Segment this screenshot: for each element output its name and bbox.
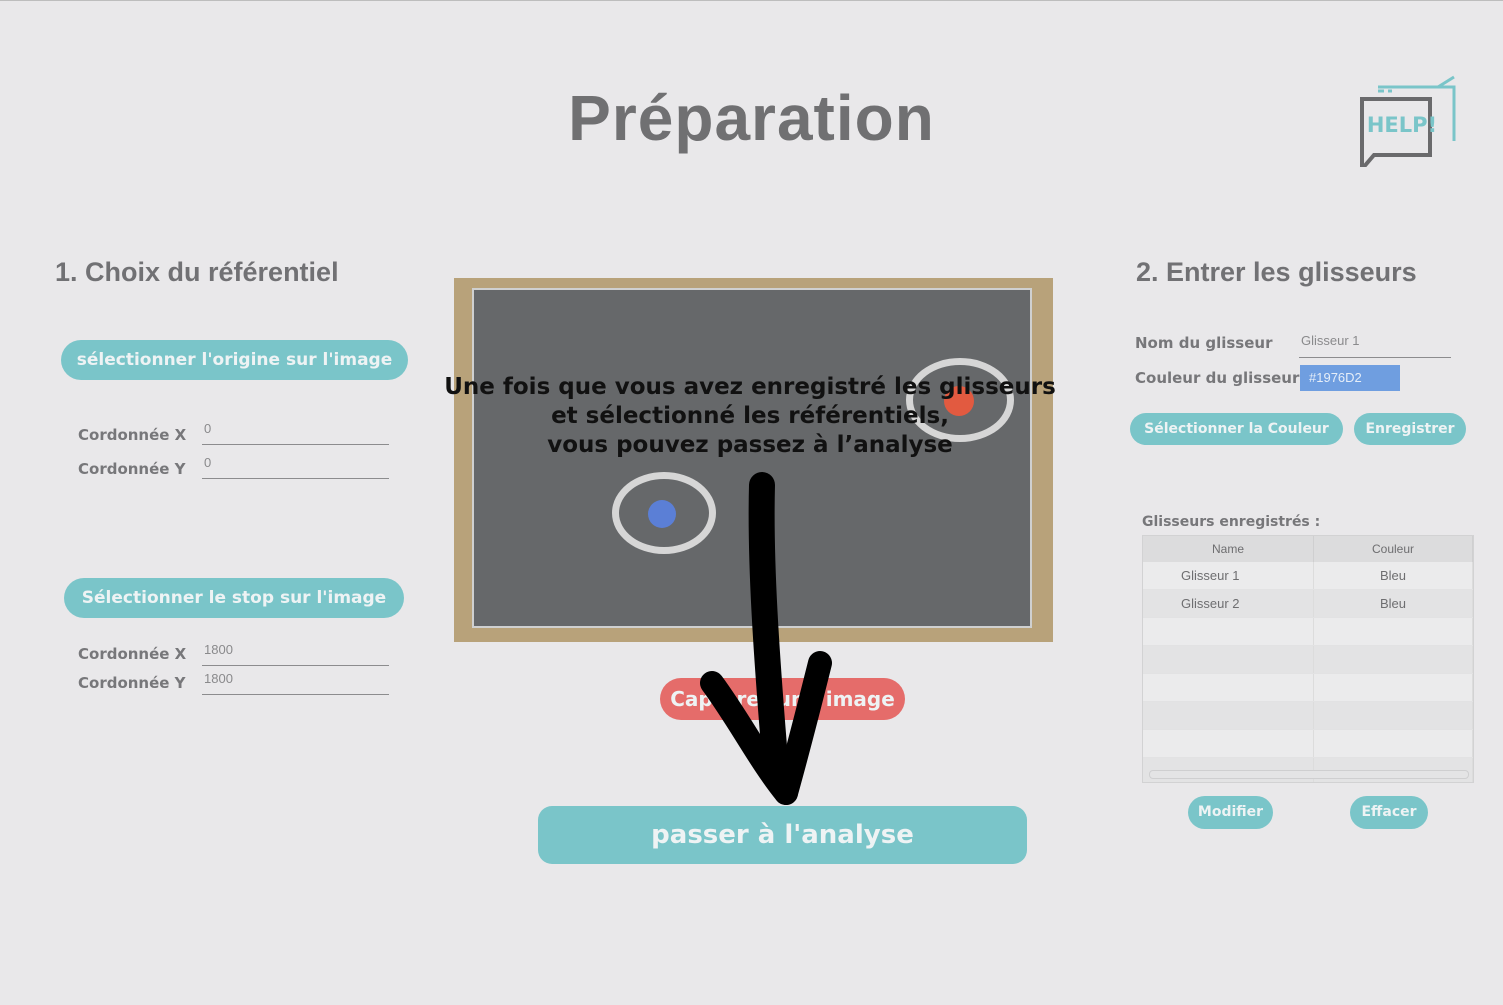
page-title: Préparation	[568, 82, 935, 154]
horizontal-scrollbar[interactable]	[1149, 770, 1469, 779]
table-row-empty	[1143, 701, 1473, 730]
table-row-empty	[1143, 673, 1473, 702]
select-color-button[interactable]: Sélectionner la Couleur	[1130, 413, 1343, 445]
column-header-name[interactable]: Name	[1143, 536, 1314, 562]
help-icon[interactable]: HELP!	[1358, 75, 1460, 175]
glider-color-input[interactable]: #1976D2	[1300, 365, 1400, 391]
row-name: Glisseur 1	[1143, 562, 1314, 590]
table-row-empty	[1143, 617, 1473, 646]
row-name: Glisseur 2	[1143, 589, 1314, 618]
save-glider-button[interactable]: Enregistrer	[1354, 413, 1466, 445]
saved-gliders-title: Glisseurs enregistrés :	[1142, 514, 1321, 530]
table-row-empty	[1143, 729, 1473, 758]
stop-x-field[interactable]: 1800	[202, 642, 389, 666]
blue-puck	[648, 500, 676, 528]
instruction-line-3: vous pouvez passez à l’analyse	[547, 432, 953, 458]
stop-y-field[interactable]: 1800	[202, 671, 389, 695]
instruction-overlay: Une fois que vous avez enregistré les gl…	[420, 373, 1080, 460]
stop-y-label: Cordonnée Y	[78, 674, 186, 692]
section-title-referentiel: 1. Choix du référentiel	[55, 257, 339, 287]
column-header-color[interactable]: Couleur	[1313, 536, 1473, 562]
origin-y-label: Cordonnée Y	[78, 460, 186, 478]
help-label: HELP!	[1367, 113, 1437, 137]
origin-x-label: Cordonnée X	[78, 426, 187, 444]
glider-color-label: Couleur du glisseur	[1135, 369, 1300, 387]
select-origin-button[interactable]: sélectionner l'origine sur l'image	[61, 340, 408, 380]
table-row[interactable]: Glisseur 1 Bleu	[1143, 562, 1473, 590]
instruction-line-1: Une fois que vous avez enregistré les gl…	[444, 374, 1056, 400]
row-color: Bleu	[1313, 589, 1473, 618]
instruction-line-2: et sélectionné les référentiels,	[551, 403, 949, 429]
edit-glider-button[interactable]: Modifier	[1188, 796, 1273, 829]
glider-name-input[interactable]: Glisseur 1	[1299, 333, 1451, 358]
origin-y-field[interactable]: 0	[202, 455, 389, 479]
stop-x-label: Cordonnée X	[78, 645, 187, 663]
section-title-glisseurs: 2. Entrer les glisseurs	[1136, 257, 1417, 287]
table-row-empty	[1143, 645, 1473, 674]
gliders-table[interactable]: Name Couleur Glisseur 1 Bleu Glisseur 2 …	[1142, 535, 1474, 783]
glider-name-label: Nom du glisseur	[1135, 334, 1273, 352]
table-row[interactable]: Glisseur 2 Bleu	[1143, 589, 1473, 618]
row-color: Bleu	[1313, 562, 1473, 590]
select-stop-button[interactable]: Sélectionner le stop sur l'image	[64, 578, 404, 618]
delete-glider-button[interactable]: Effacer	[1350, 796, 1428, 829]
arrow-down-icon	[700, 472, 832, 805]
origin-x-field[interactable]: 0	[202, 421, 389, 445]
